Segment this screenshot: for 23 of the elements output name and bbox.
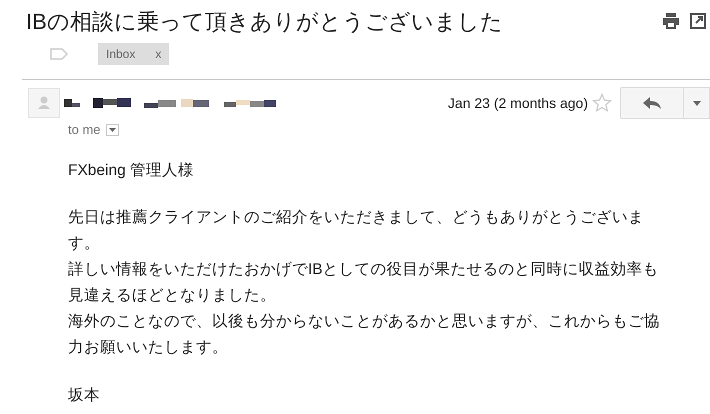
caret-icon <box>692 100 700 106</box>
caret-icon <box>108 128 116 132</box>
reply-icon <box>643 97 661 109</box>
body-line: す。 <box>68 234 101 254</box>
new-window-icon[interactable] <box>690 13 706 29</box>
reply-button[interactable] <box>620 87 684 119</box>
details-dropdown[interactable] <box>106 124 119 136</box>
body-line: 力お願いいたします。 <box>68 338 229 358</box>
body-line: 見違えるほどとなりました。 <box>68 286 277 306</box>
message-date: Jan 23 (2 months ago) <box>448 94 588 113</box>
star-icon[interactable] <box>592 93 612 113</box>
body-line: 詳しい情報をいただけたおかげでIBとしての役目が果たせるのと同時に収益効率も <box>68 260 660 280</box>
signature-text: 坂本 <box>68 386 101 406</box>
more-button[interactable] <box>684 87 710 119</box>
recipient-text: to me <box>68 121 101 140</box>
avatar-icon <box>28 88 60 118</box>
greeting-text: FXbeing 管理人様 <box>68 161 196 181</box>
print-icon[interactable] <box>662 13 680 29</box>
remove-label-button[interactable]: x <box>155 45 162 63</box>
body-line: 海外のことなので、以後も分からないことがあるかと思いますが、これからもご協 <box>68 312 661 332</box>
body-line: 先日は推薦クライアントのご紹介をいただきまして、どうもありがとうございま <box>68 208 645 228</box>
subject-heading: IBの相談に乗って頂きありがとうございました <box>26 8 503 36</box>
label-name: Inbox <box>106 46 136 63</box>
